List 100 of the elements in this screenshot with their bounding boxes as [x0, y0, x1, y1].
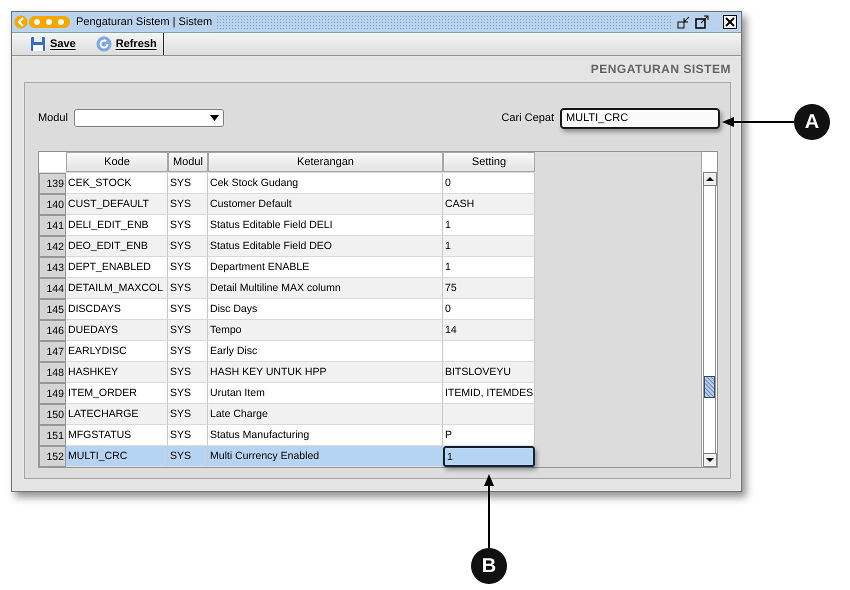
section-heading: PENGATURAN SISTEM [590, 62, 731, 76]
table-cell: Status Editable Field DEO [208, 236, 443, 257]
table-cell: SYS [168, 257, 208, 278]
restore-icon[interactable] [677, 14, 691, 29]
window-title: Pengaturan Sistem | Sistem [76, 16, 212, 28]
table-row[interactable]: 143 DEPT_ENABLED SYS Department ENABLE 1 [39, 257, 701, 278]
table-cell: DELI_EDIT_ENB [66, 215, 168, 236]
table-cell: SYS [168, 194, 208, 215]
table-cell: 0 [443, 299, 535, 320]
table-cell: Multi Currency Enabled [208, 446, 443, 467]
table-row[interactable]: 147 EARLYDISC SYS Early Disc [39, 341, 701, 362]
row-number: 146 [39, 320, 66, 341]
modul-label: Modul [38, 112, 68, 124]
row-number: 143 [39, 257, 66, 278]
column-header[interactable]: Keterangan [208, 152, 443, 172]
scroll-up-icon[interactable] [703, 172, 717, 186]
table-cell: SYS [168, 236, 208, 257]
table-row[interactable]: 150 LATECHARGE SYS Late Charge [39, 404, 701, 425]
save-button[interactable]: Save [14, 32, 84, 55]
table-cell: ITEMID, ITEMDES [443, 383, 535, 404]
caret-icon [210, 115, 219, 121]
table-cell: SYS [168, 446, 208, 467]
row-number: 147 [39, 341, 66, 362]
table-cell: P [443, 425, 535, 446]
row-number: 151 [39, 425, 66, 446]
row-number: 144 [39, 278, 66, 299]
table-row[interactable]: 144 DETAILM_MAXCOL SYS Detail Multiline MAX column 75 [39, 278, 701, 299]
table-cell: CASH [443, 194, 535, 215]
row-number: 150 [39, 404, 66, 425]
table-cell: SYS [168, 320, 208, 341]
corner-header [39, 152, 66, 172]
table-cell: CUST_DEFAULT [66, 194, 168, 215]
table-cell: Customer Default [208, 194, 443, 215]
table-cell: Disc Days [208, 299, 443, 320]
row-number: 149 [39, 383, 66, 404]
row-number: 141 [39, 215, 66, 236]
table-cell: DISCDAYS [66, 299, 168, 320]
table-cell: Department ENABLE [208, 257, 443, 278]
table-row[interactable]: 139 CEK_STOCK SYS Cek Stock Gudang 0 [39, 173, 701, 194]
table-cell: MFGSTATUS [66, 425, 168, 446]
callout-marker: A [794, 104, 830, 140]
column-header[interactable]: Setting [443, 152, 535, 172]
table-cell: DETAILM_MAXCOL [66, 278, 168, 299]
table-cell: 1 [443, 257, 535, 278]
row-number: 142 [39, 236, 66, 257]
row-number: 152 [39, 446, 66, 467]
callout-marker: B [471, 548, 507, 584]
column-header[interactable]: Kode [66, 152, 168, 172]
search-field[interactable]: MULTI_CRC [560, 108, 720, 128]
vertical-scrollbar[interactable] [701, 152, 717, 467]
table-cell: SYS [168, 362, 208, 383]
scroll-thumb[interactable] [704, 376, 715, 398]
table-row[interactable]: 145 DISCDAYS SYS Disc Days 0 [39, 299, 701, 320]
table-cell: SYS [168, 341, 208, 362]
table-cell: SYS [168, 215, 208, 236]
row-number: 145 [39, 299, 66, 320]
table-row[interactable]: 142 DEO_EDIT_ENB SYS Status Editable Field DEO 1 [39, 236, 701, 257]
search-label: Cari Cepat [501, 112, 554, 124]
table-cell: ITEM_ORDER [66, 383, 168, 404]
table-cell: 1 [443, 215, 535, 236]
row-number: 140 [39, 194, 66, 215]
table-cell: 1 [443, 446, 535, 467]
table-cell: SYS [168, 173, 208, 194]
table-cell: Early Disc [208, 341, 443, 362]
table-cell: SYS [168, 404, 208, 425]
table-row[interactable]: 146 DUEDAYS SYS Tempo 14 [39, 320, 701, 341]
maximize-icon[interactable] [695, 14, 709, 29]
column-header[interactable]: Modul [168, 152, 208, 172]
table-cell: BITSLOVEYU [443, 362, 535, 383]
refresh-button[interactable]: Refresh [84, 32, 164, 55]
table-cell: DEO_EDIT_ENB [66, 236, 168, 257]
table-cell: 14 [443, 320, 535, 341]
table-cell: SYS [168, 299, 208, 320]
table-cell: Late Charge [208, 404, 443, 425]
table-row[interactable]: 149 ITEM_ORDER SYS Urutan Item ITEMID, ITEMDES [39, 383, 701, 404]
table-cell: Detail Multiline MAX column [208, 278, 443, 299]
table-cell: 75 [443, 278, 535, 299]
refresh-icon [96, 36, 112, 52]
table-row[interactable]: 140 CUST_DEFAULT SYS Customer Default CASH [39, 194, 701, 215]
table-row[interactable]: 152 MULTI_CRC SYS Multi Currency Enabled 1 [39, 446, 701, 467]
table-row[interactable]: 148 HASHKEY SYS HASH KEY UNTUK HPP BITSLOVEYU [39, 362, 701, 383]
scroll-down-icon[interactable] [703, 453, 717, 467]
close-icon[interactable] [723, 14, 737, 29]
table-cell: MULTI_CRC [66, 446, 168, 467]
table-row[interactable]: 151 MFGSTATUS SYS Status Manufacturing P [39, 425, 701, 446]
table-cell: SYS [168, 278, 208, 299]
table-cell: SYS [168, 425, 208, 446]
table-cell: 0 [443, 173, 535, 194]
table-cell: DUEDAYS [66, 320, 168, 341]
table-cell: DEPT_ENABLED [66, 257, 168, 278]
table-cell: Status Editable Field DELI [208, 215, 443, 236]
table-cell: Tempo [208, 320, 443, 341]
table-cell: EARLYDISC [66, 341, 168, 362]
modul-dropdown[interactable] [74, 109, 224, 127]
callout-arrow [722, 117, 794, 127]
table-cell: 1 [443, 236, 535, 257]
table-cell: HASHKEY [66, 362, 168, 383]
table-cell: Urutan Item [208, 383, 443, 404]
row-number: 139 [39, 173, 66, 194]
table-row[interactable]: 141 DELI_EDIT_ENB SYS Status Editable Field DELI 1 [39, 215, 701, 236]
